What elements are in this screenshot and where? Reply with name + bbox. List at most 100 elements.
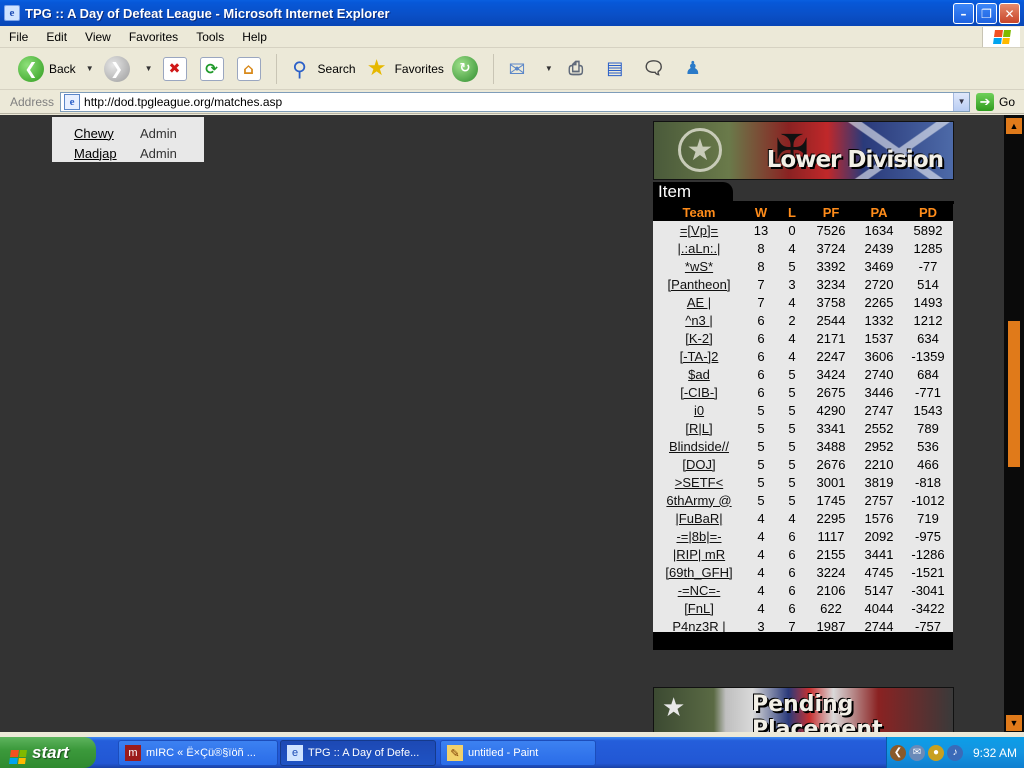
network-tray-icon[interactable]: ● [928,744,944,761]
points-for-cell: 2247 [816,348,846,364]
admin-name-link[interactable]: Chewy [52,126,140,141]
points-against-cell: 3819 [864,474,894,490]
back-label: Back [49,61,76,76]
losses-cell: 5 [788,456,796,472]
team-link[interactable]: ^n3 | [653,311,745,329]
start-label: start [32,742,69,762]
back-dropdown-icon[interactable]: ▼ [86,64,94,73]
restore-button[interactable]: ❐ [976,3,997,24]
division-title: Lower Division [766,147,944,173]
history-button[interactable]: ↻ [448,52,487,86]
table-row: >SETF< 5 5 3001 3819 -818 [653,473,953,491]
admin-name-link[interactable]: Madjap [52,146,140,161]
back-button[interactable]: ❮ Back [14,52,80,86]
losses-cell: 2 [788,312,796,328]
scroll-up-icon[interactable]: ▲ [1006,118,1022,134]
messenger-button[interactable]: ♟ [676,52,715,86]
star-emblem-icon: ★ [662,692,686,722]
search-button[interactable]: ⚲ Search [283,52,360,86]
points-against-cell: 2952 [864,438,894,454]
team-link[interactable]: i0 [653,401,745,419]
address-dropdown-icon[interactable]: ▼ [953,92,970,111]
go-button[interactable]: ➔ Go [976,92,1015,111]
menu-file[interactable]: File [0,30,37,44]
task-ie[interactable]: e TPG :: A Day of Defe... [280,740,436,766]
admin-role: Admin [140,125,177,141]
team-link[interactable]: |.:aLn:.| [653,239,745,257]
edit-button[interactable]: ▤ [598,52,637,86]
admin-row: Madjap Admin [52,143,204,163]
favorites-label: Favorites [394,61,444,76]
mail-dropdown-icon[interactable]: ▼ [545,64,553,73]
team-link[interactable]: [K-2] [653,329,745,347]
scroll-down-icon[interactable]: ▼ [1006,715,1022,731]
team-link[interactable]: [-TA-]2 [653,347,745,365]
speaker-tray-icon[interactable]: ♪ [947,744,963,761]
mail-button[interactable]: ✉ [500,52,539,86]
losses-cell: 6 [788,600,796,616]
team-link[interactable]: |FuBaR| [653,509,745,527]
table-row: [FnL] 4 6 622 4044 -3422 [653,599,953,617]
address-field[interactable]: e ▼ [60,91,971,112]
team-link[interactable]: *wS* [653,257,745,275]
team-link[interactable]: [-CIB-] [653,383,745,401]
address-input[interactable] [84,94,945,109]
team-link[interactable]: [DOJ] [653,455,745,473]
losses-cell: 5 [788,402,796,418]
losses-cell: 4 [788,294,796,310]
point-diff-cell: 536 [917,438,939,454]
window-title: TPG :: A Day of Defeat League - Microsof… [25,5,390,21]
team-link[interactable]: [R|L] [653,419,745,437]
team-link[interactable]: [FnL] [653,599,745,617]
losses-cell: 5 [788,438,796,454]
menu-bar: File Edit View Favorites Tools Help [0,26,1024,48]
team-link[interactable]: [69th_GFH] [653,563,745,581]
points-for-cell: 2155 [816,546,846,562]
points-against-cell: 1634 [864,222,894,238]
discuss-button[interactable]: 🗨 [637,52,676,86]
wins-cell: 7 [757,294,765,310]
team-link[interactable]: =[Vp]= [653,221,745,239]
team-link[interactable]: $ad [653,365,745,383]
menu-edit[interactable]: Edit [37,30,76,44]
start-button[interactable]: start [0,737,96,768]
home-button[interactable]: ⌂ [233,52,270,86]
vertical-scrollbar[interactable]: ▲ ▼ [1004,115,1024,732]
point-diff-cell: -77 [918,258,938,274]
favorites-button[interactable]: ★ Favorites [360,52,448,86]
forward-dropdown-icon[interactable]: ▼ [145,64,153,73]
task-paint[interactable]: ✎ untitled - Paint [440,740,596,766]
team-link[interactable]: [Pantheon] [653,275,745,293]
print-button[interactable]: ⎙ [559,52,598,86]
losses-cell: 4 [788,330,796,346]
messenger-tray-icon[interactable]: ✉ [909,744,925,761]
team-link[interactable]: Blindside// [653,437,745,455]
team-link[interactable]: -=|8b|=- [653,527,745,545]
stop-button[interactable]: ✖ [159,52,196,86]
wins-cell: 6 [757,348,765,364]
menu-tools[interactable]: Tools [187,30,233,44]
forward-button[interactable]: ❯ [100,52,139,86]
wins-cell: 7 [757,276,765,292]
team-link[interactable]: 6thArmy @ [653,491,745,509]
task-mirc[interactable]: m mIRC « Ë×Çü®§ïöñ ... [118,740,278,766]
losses-cell: 6 [788,582,796,598]
point-diff-cell: -818 [914,474,942,490]
minimize-button[interactable]: – [953,3,974,24]
team-link[interactable]: -=NC=- [653,581,745,599]
points-for-cell: 3341 [816,420,846,436]
allied-star-emblem-icon: ★ [678,128,722,172]
tray-expand-icon[interactable]: ❮ [890,744,906,761]
refresh-button[interactable]: ⟳ [196,52,233,86]
losses-cell: 5 [788,366,796,382]
team-link[interactable]: |RIP| mR [653,545,745,563]
home-icon: ⌂ [236,56,261,81]
close-button[interactable]: ✕ [999,3,1020,24]
menu-favorites[interactable]: Favorites [120,30,187,44]
menu-help[interactable]: Help [233,30,276,44]
team-link[interactable]: AE | [653,293,745,311]
table-row: [69th_GFH] 4 6 3224 4745 -1521 [653,563,953,581]
scroll-thumb[interactable] [1008,321,1020,467]
menu-view[interactable]: View [76,30,120,44]
team-link[interactable]: >SETF< [653,473,745,491]
